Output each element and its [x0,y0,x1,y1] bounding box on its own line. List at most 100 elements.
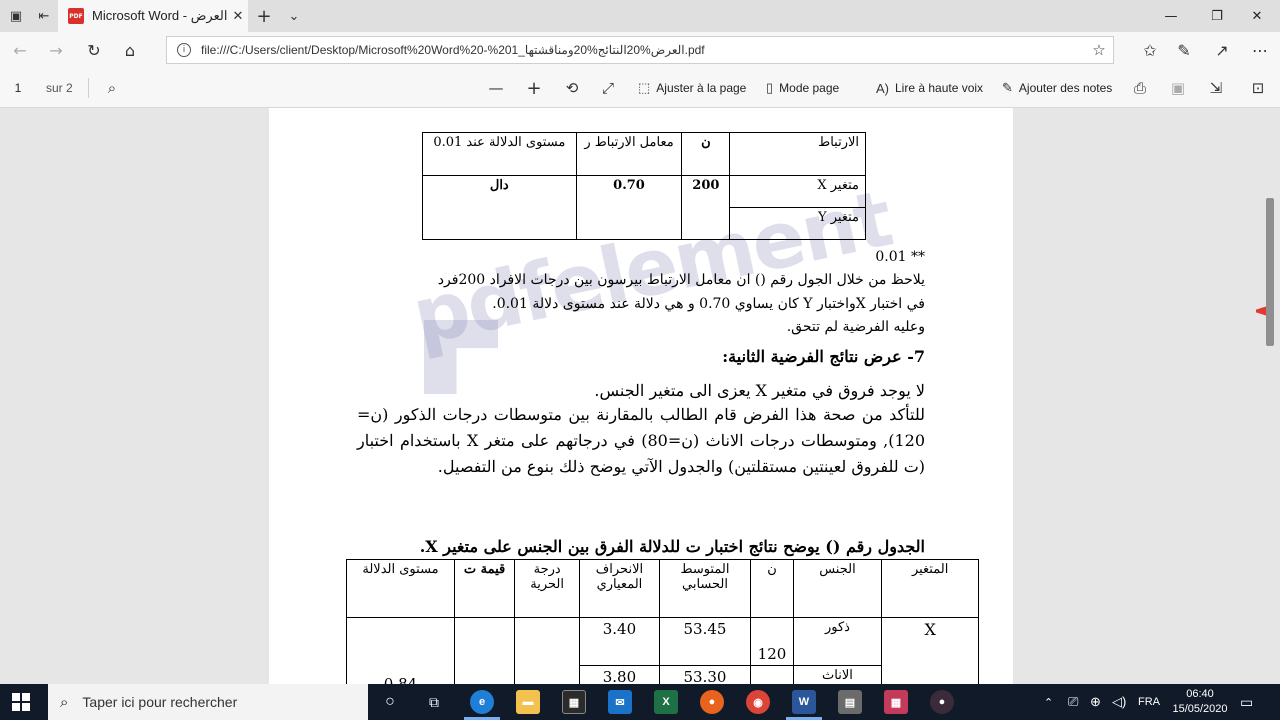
favorite-star-icon[interactable]: ☆ [1085,41,1113,59]
firefox-icon[interactable]: ● [700,690,724,714]
pen-icon: ✎ [1002,80,1013,95]
body-paragraph: للتأكد من صحة هذا الفرض قام الطالب بالمق… [357,405,926,476]
table-header: المتوسط الحسابي [658,559,752,618]
chevron-down-icon[interactable]: ⌄ [284,6,304,26]
table-header: الجنس [792,559,883,618]
table-header: قيمة ت [453,559,516,618]
tray-chevron-icon[interactable]: ⌃ [1044,684,1053,720]
notification-icon[interactable]: ▭ [1240,684,1253,720]
paragraph-line: في اختبار Xواختبار Y كان يساوي 0.70 و هي… [492,296,925,312]
save-as-icon[interactable]: ⇲ [1206,78,1226,98]
table-header: مستوى الدلالة [346,559,455,618]
refresh-icon[interactable]: ↻ [82,38,106,62]
pdf-file-icon: PDF [68,8,84,24]
clock[interactable]: 06:40 15/05/2020 [1172,687,1228,717]
edge-marks [1272,548,1280,678]
pdf-app-icon[interactable]: ▦ [884,690,908,714]
network-icon[interactable]: ⎚ [1068,684,1078,720]
url-text: file:///C:/Users/client/Desktop/Microsof… [201,43,705,57]
language-indicator[interactable]: FRA [1138,684,1160,720]
tab-pdf-document[interactable]: PDF Microsoft Word - العرض ✕ [58,0,248,32]
forward-arrow-icon[interactable]: → [44,38,68,62]
new-tab-icon[interactable]: + [254,6,274,27]
table-cell: 200 [681,175,731,240]
add-notes-label: Ajouter des notes [1018,81,1113,95]
close-window-button[interactable]: ✕ [1234,0,1280,32]
share-icon[interactable]: ↗ [1210,38,1234,62]
taskbar-search[interactable]: ⌕ Taper ici pour rechercher [48,684,368,720]
file-explorer-icon[interactable]: ▬ [516,690,540,714]
globe-icon[interactable]: ⊕ [1090,684,1101,720]
page-mode-button[interactable]: ▯ Mode page [766,76,839,100]
table-caption: الجدول رقم () يوضح نتائج اختبار ت للدلال… [419,537,925,556]
fit-page-icon: ⬚ [638,80,651,95]
page-number-input[interactable]: 1 [8,78,28,98]
table-cell: 0.70 [575,175,683,240]
taskbar: ⌕ Taper ici pour rechercher ○ ⧉ e ▬ ▦ ✉ … [0,684,1280,720]
tab-actions-icon[interactable]: ▣ [6,6,26,26]
fit-page-button[interactable]: ⬚ Ajuster à la page [638,76,746,100]
info-icon[interactable]: i [177,43,191,57]
table-header: ن [750,559,794,618]
clock-date: 15/05/2020 [1172,703,1228,715]
home-icon[interactable]: ⌂ [118,38,142,62]
table-cell: 53.45 [658,617,752,666]
table-header: درجة الحرية [514,559,581,618]
table-cell [750,665,794,684]
hypothesis-text: لا يوجد فروق في متغير X يعزى الى متغير ا… [594,381,925,400]
table-header: الارتباط [729,132,866,176]
zoom-out-icon[interactable]: — [486,78,506,98]
edge-browser-icon[interactable]: e [470,690,494,714]
search-icon[interactable]: ⌕ [102,78,122,98]
table-cell: 3.80 [579,665,660,684]
page-mode-label: Mode page [779,81,840,95]
minimize-button[interactable]: — [1148,0,1194,32]
recorder-icon[interactable]: ● [930,690,954,714]
word-icon[interactable]: W [792,690,816,714]
zoom-in-icon[interactable]: + [524,78,544,99]
table-header: مستوى الدلالة عند 0.01 [422,132,577,176]
table-cell: ذكور [792,617,883,666]
pdf-page: pdfelement الارتباط ن معامل الارتباط ر م… [269,108,1013,684]
chrome-icon[interactable]: ◉ [746,690,770,714]
page-total: sur 2 [46,81,73,95]
print-icon[interactable]: ⎙ [1130,78,1150,98]
scrollbar[interactable] [1266,198,1274,346]
windows-start-icon[interactable] [12,693,30,711]
cortana-icon[interactable]: ○ [378,690,402,714]
pdf-viewer[interactable]: pdfelement الارتباط ن معامل الارتباط ر م… [0,108,1280,684]
back-arrow-icon[interactable]: ← [8,38,32,62]
table-cell: 120 [750,617,794,666]
read-aloud-icon: A) [876,80,889,96]
save-icon[interactable]: ▣ [1168,78,1188,98]
table-cell: X [881,617,979,684]
url-field[interactable]: i file:///C:/Users/client/Desktop/Micros… [166,36,1114,64]
mail-icon[interactable]: ✉ [608,690,632,714]
excel-icon[interactable]: X [654,690,678,714]
table-cell: 53.30 [658,665,752,684]
paragraph-line: وعليه الفرضية لم تتحق. [786,319,925,335]
table-cell: متغير X [729,175,866,208]
add-notes-button[interactable]: ✎ Ajouter des notes [1002,76,1112,100]
table-header: الانحراف المعياري [579,559,660,618]
read-aloud-label: Lire à haute voix [895,81,984,95]
close-icon[interactable]: ✕ [228,9,248,24]
volume-icon[interactable]: ◁) [1112,684,1126,720]
pen-icon[interactable]: ✎ [1172,38,1196,62]
rotate-icon[interactable]: ⟲ [562,78,582,98]
search-placeholder: Taper ici pour rechercher [82,694,238,710]
store-icon[interactable]: ▦ [562,690,586,714]
pin-toolbar-icon[interactable]: ⊡ [1248,78,1268,98]
task-view-icon[interactable]: ⧉ [422,690,446,714]
set-aside-tabs-icon[interactable]: ⇤ [34,6,54,26]
media-app-icon[interactable]: ▤ [838,690,862,714]
fit-page-label: Ajuster à la page [656,81,747,95]
address-bar: ← → ↻ ⌂ i file:///C:/Users/client/Deskto… [0,32,1280,68]
table-header: المتغير [881,559,979,618]
more-icon[interactable]: ⋯ [1248,38,1272,62]
favorites-icon[interactable]: ✩ [1138,38,1162,62]
fullscreen-icon[interactable]: ⤢ [598,78,618,98]
search-icon: ⌕ [60,693,69,711]
table-cell: الاناث [792,665,883,684]
read-aloud-button[interactable]: A) Lire à haute voix [876,76,983,100]
